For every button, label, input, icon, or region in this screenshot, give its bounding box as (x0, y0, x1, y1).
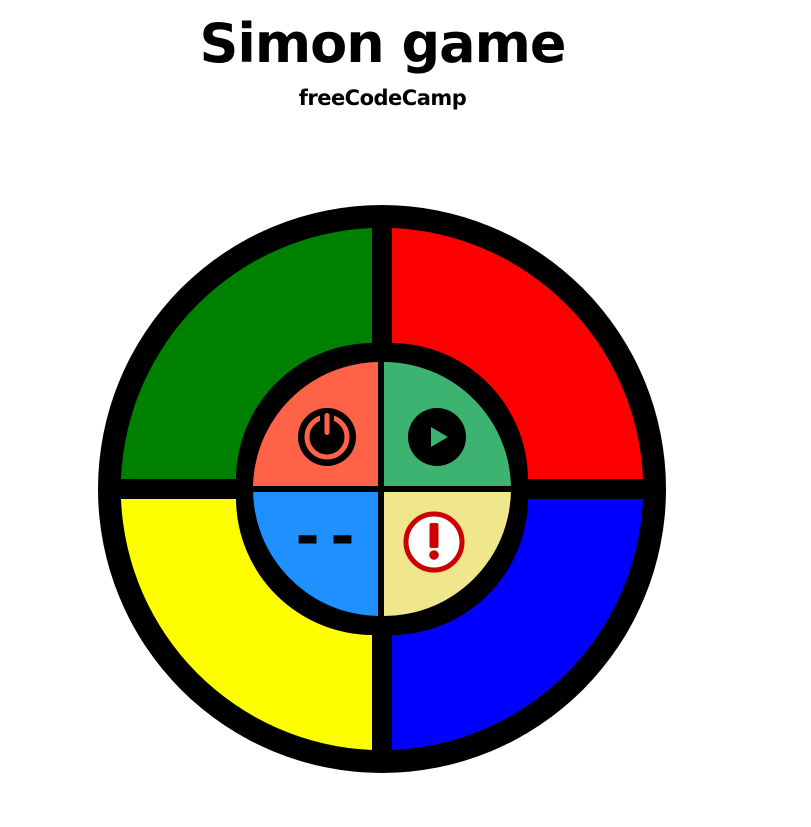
play-icon (408, 408, 466, 466)
simon-board: -- (98, 205, 666, 773)
count-display: -- (290, 502, 360, 570)
exclamation-icon (403, 511, 465, 573)
simon-page: Simon game freeCodeCamp -- (0, 0, 811, 827)
inner-divider-horizontal (251, 486, 513, 492)
power-icon (298, 408, 356, 466)
